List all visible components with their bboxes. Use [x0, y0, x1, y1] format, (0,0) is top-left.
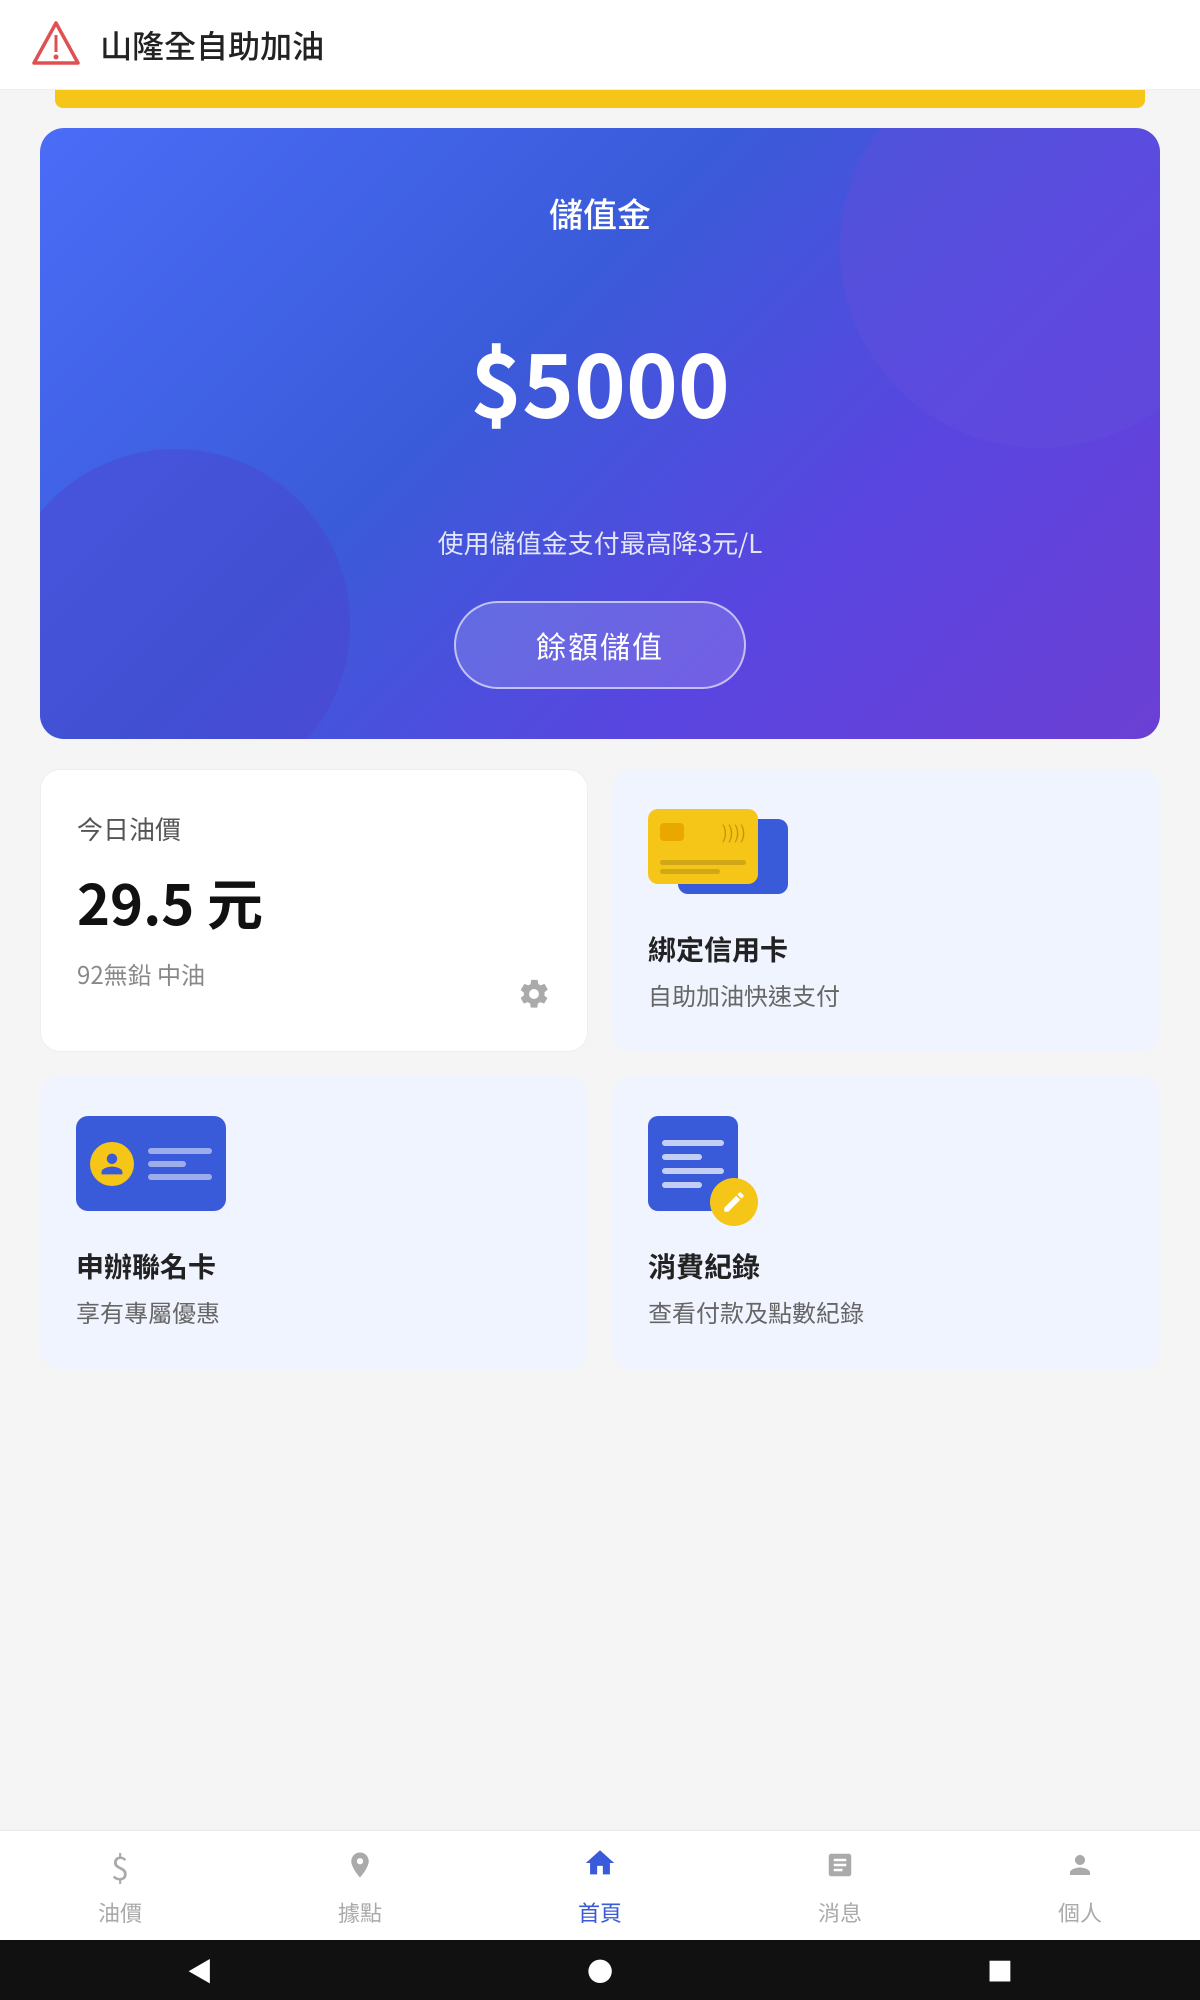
top-up-button[interactable]: 餘額儲值	[454, 601, 746, 689]
cc-line-2	[660, 869, 720, 874]
recent-button[interactable]: ■	[987, 1952, 1013, 1989]
yellow-accent-bar	[55, 90, 1145, 108]
nav-profile-icon	[1065, 1844, 1095, 1890]
nav-profile-label: 個人	[1058, 1896, 1102, 1928]
nav-oil-icon: $	[111, 1844, 129, 1890]
id-lines	[148, 1148, 212, 1180]
credit-card-subtitle: 自助加油快速支付	[648, 977, 1124, 1012]
credit-card-title: 綁定信用卡	[648, 929, 1124, 969]
balance-description: 使用儲值金支付最高降3元/L	[438, 524, 763, 561]
receipt-line-4	[662, 1182, 702, 1188]
oil-price-card: 今日油價 29.5 元 92無鉛 中油	[40, 769, 588, 1052]
bottom-nav: $ 油價 據點 首頁 消息 個人	[0, 1830, 1200, 1940]
consumption-icon-area	[648, 1116, 1124, 1226]
balance-amount: $5000	[470, 317, 730, 444]
system-bar: ◀ ● ■	[0, 1940, 1200, 2000]
balance-card: 儲值金 $5000 使用儲值金支付最高降3元/L 餘額儲值	[40, 128, 1160, 739]
credit-card-section[interactable]: )))) 綁定信用卡 自助加油快速支付	[612, 769, 1160, 1052]
consumption-record-title: 消費紀錄	[648, 1246, 1124, 1286]
credit-card-icon-area: ))))	[648, 809, 1124, 909]
pencil-svg	[721, 1189, 747, 1215]
oil-price-value: 29.5 元	[77, 861, 551, 942]
cc-chip	[660, 823, 684, 841]
cc-line-1	[660, 860, 746, 865]
app-title: 山隆全自助加油	[100, 22, 324, 68]
id-line-1	[148, 1148, 212, 1154]
app-logo-icon	[30, 19, 82, 71]
nav-oil-label: 油價	[98, 1896, 142, 1928]
receipt-icon	[648, 1116, 758, 1226]
nav-item-news[interactable]: 消息	[720, 1831, 960, 1940]
home-button[interactable]: ●	[587, 1952, 613, 1989]
grid-row-2: 申辦聯名卡 享有專屬優惠	[40, 1076, 1160, 1369]
cc-lines	[660, 860, 746, 874]
membership-card-title: 申辦聯名卡	[76, 1246, 552, 1286]
oil-price-type: 92無鉛 中油	[77, 956, 551, 991]
membership-icon-area	[76, 1116, 552, 1226]
receipt-line-1	[662, 1140, 724, 1146]
consumption-record-section[interactable]: 消費紀錄 查看付款及點數紀錄	[612, 1076, 1160, 1369]
credit-card-icon: ))))	[648, 809, 798, 909]
id-card-icon	[76, 1116, 226, 1211]
app-header: 山隆全自助加油	[0, 0, 1200, 90]
nav-news-label: 消息	[818, 1896, 862, 1928]
pencil-icon	[710, 1178, 758, 1226]
nav-item-locations[interactable]: 據點	[240, 1831, 480, 1940]
back-button[interactable]: ◀	[187, 1952, 213, 1989]
receipt-line-2	[662, 1154, 702, 1160]
oil-price-label: 今日油價	[77, 810, 551, 847]
id-line-3	[148, 1174, 212, 1180]
grid-row-1: 今日油價 29.5 元 92無鉛 中油 ))))	[40, 769, 1160, 1052]
receipt-line-3	[662, 1168, 724, 1174]
nav-location-icon	[345, 1844, 375, 1890]
nav-item-home[interactable]: 首頁	[480, 1831, 720, 1940]
settings-icon[interactable]	[517, 977, 551, 1011]
nav-item-profile[interactable]: 個人	[960, 1831, 1200, 1940]
cc-front: ))))	[648, 809, 758, 884]
consumption-record-subtitle: 查看付款及點數紀錄	[648, 1294, 1124, 1329]
balance-label: 儲值金	[549, 188, 651, 237]
membership-card-section[interactable]: 申辦聯名卡 享有專屬優惠	[40, 1076, 588, 1369]
nav-home-icon	[583, 1844, 617, 1890]
person-icon	[99, 1151, 125, 1177]
nav-location-label: 據點	[338, 1896, 382, 1928]
id-line-2	[148, 1161, 186, 1167]
nav-item-oil-price[interactable]: $ 油價	[0, 1831, 240, 1940]
id-avatar	[90, 1142, 134, 1186]
main-content: 儲值金 $5000 使用儲值金支付最高降3元/L 餘額儲值 今日油價 29.5 …	[0, 108, 1200, 1573]
membership-card-subtitle: 享有專屬優惠	[76, 1294, 552, 1329]
nav-home-label: 首頁	[578, 1896, 622, 1928]
nav-news-icon	[825, 1844, 855, 1890]
